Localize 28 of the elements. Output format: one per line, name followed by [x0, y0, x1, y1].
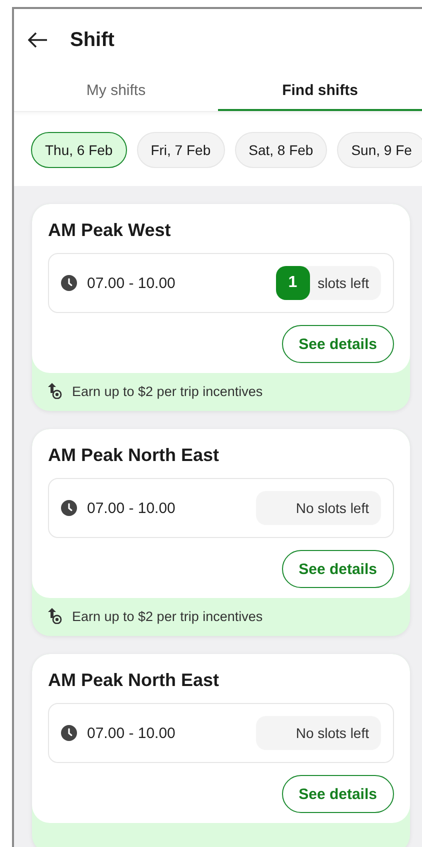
- date-chip[interactable]: Thu, 6 Feb: [31, 132, 127, 168]
- shift-name: AM Peak North East: [48, 445, 220, 466]
- shift-time: 07.00 - 10.00: [87, 724, 176, 742]
- date-chip[interactable]: Fri, 7 Feb: [136, 132, 225, 168]
- see-details-button[interactable]: See details: [282, 550, 394, 588]
- slots-label: No slots left: [294, 725, 370, 741]
- arrow-coin-icon: [48, 608, 62, 624]
- page-title: Shift: [70, 28, 114, 52]
- shift-name: AM Peak West: [48, 220, 172, 241]
- see-details-button[interactable]: See details: [282, 775, 394, 813]
- back-arrow-icon[interactable]: [28, 32, 48, 48]
- incentive-text: Earn up to $2 per trip incentives: [72, 384, 263, 398]
- shift-time: 07.00 - 10.00: [87, 274, 176, 292]
- incentive-text: Earn up to $2 per trip incentives: [72, 608, 263, 624]
- shift-time: 07.00 - 10.00: [87, 500, 176, 516]
- date-chip[interactable]: Sat, 8 Feb: [234, 132, 328, 168]
- clock-icon: [61, 275, 77, 291]
- see-details-button[interactable]: See details: [282, 325, 394, 363]
- tab[interactable]: Find shifts: [218, 71, 422, 111]
- slots-label: No slots left: [294, 500, 370, 516]
- clock-icon: [61, 500, 77, 516]
- clock-icon: [61, 725, 77, 741]
- date-chip[interactable]: Sun, 9 Fe: [337, 132, 422, 168]
- slots-label: slots left: [316, 275, 370, 291]
- arrow-coin-icon: [48, 383, 62, 399]
- slot-count: 1: [276, 266, 310, 300]
- tab[interactable]: My shifts: [14, 71, 218, 111]
- shift-name: AM Peak North East: [48, 670, 220, 691]
